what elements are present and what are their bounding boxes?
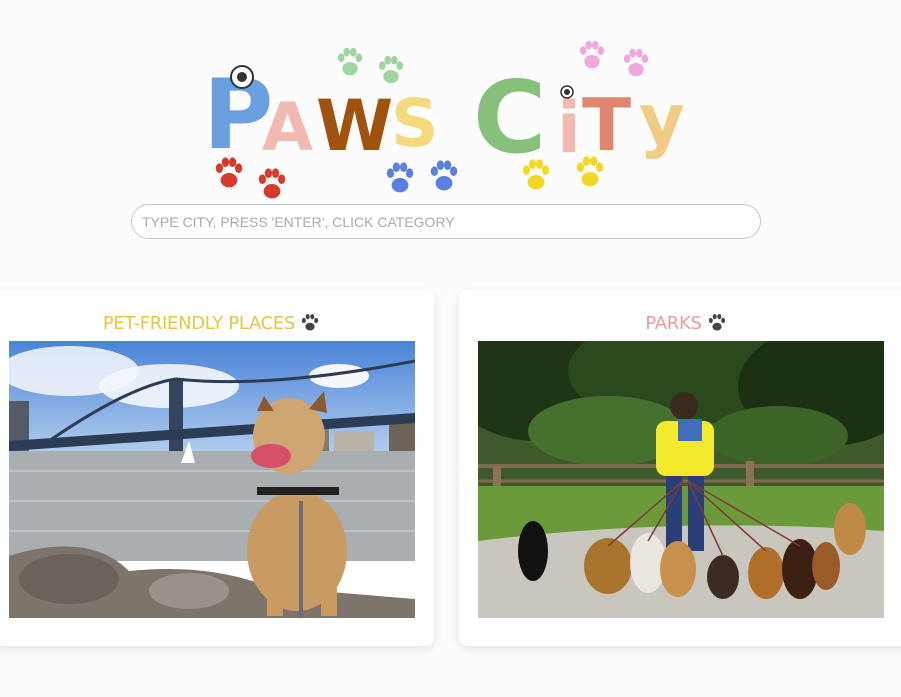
- logo-letter: T: [582, 83, 631, 167]
- logo-letter: A: [262, 89, 313, 166]
- green-paw-icon: [337, 47, 404, 84]
- parks-photo: [478, 341, 884, 618]
- paws-city-logo: P A W S C i T y: [203, 40, 685, 199]
- logo-letter: S: [391, 85, 439, 162]
- logo-letter: i: [557, 87, 581, 169]
- category-card-parks[interactable]: PARKS: [459, 290, 901, 646]
- category-title: PARKS: [459, 312, 901, 334]
- category-title: PET-FRIENDLY PLACES: [0, 312, 434, 334]
- category-card-pet-friendly-places[interactable]: PET-FRIENDLY PLACES: [0, 290, 434, 646]
- paw-icon: [301, 314, 319, 331]
- blue-paw-icon: [386, 160, 458, 193]
- category-title-text: PET-FRIENDLY PLACES: [102, 313, 296, 334]
- logo-letter: W: [316, 85, 393, 167]
- paw-icon: [708, 314, 725, 331]
- logo-letter: C: [473, 59, 546, 176]
- pet-friendly-places-photo: [9, 341, 415, 618]
- city-search-input[interactable]: [131, 204, 761, 239]
- pink-paw-icon: [579, 40, 649, 77]
- logo-letter: y: [639, 79, 685, 161]
- category-title-text: PARKS: [645, 313, 702, 334]
